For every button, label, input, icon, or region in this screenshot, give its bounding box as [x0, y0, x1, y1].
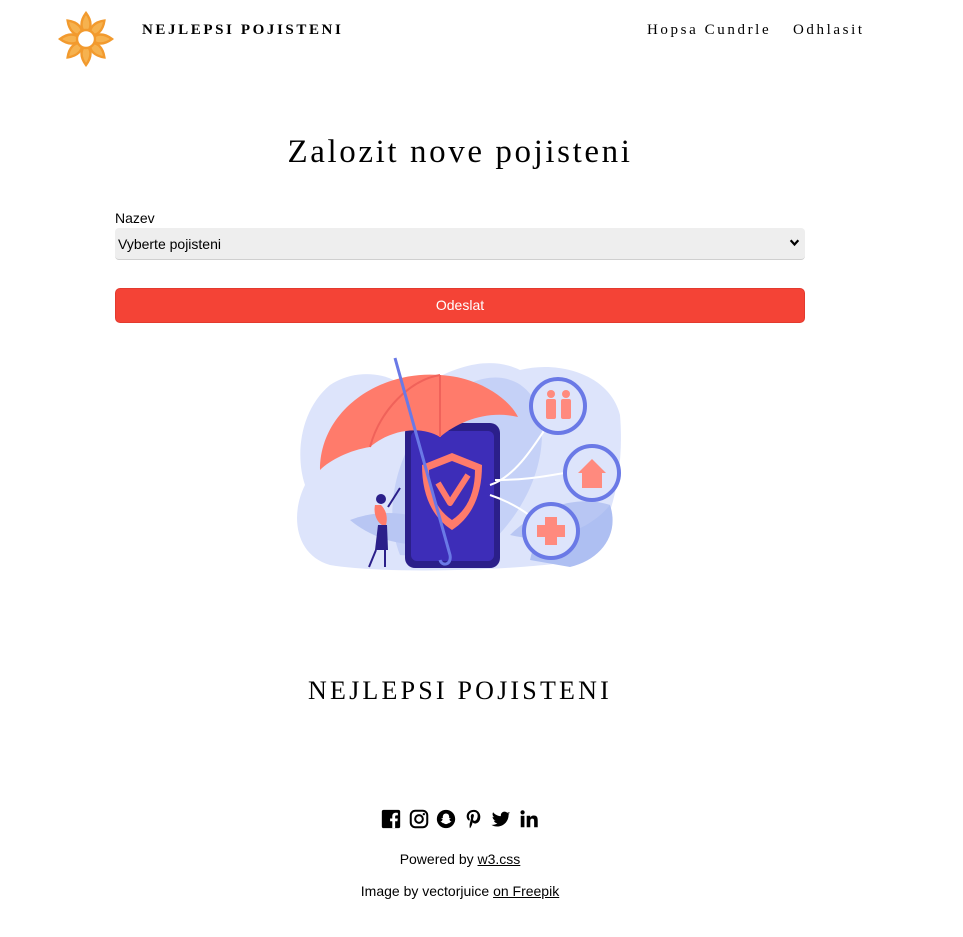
- instagram-icon[interactable]: [408, 808, 430, 830]
- user-link[interactable]: Hopsa Cundrle: [647, 22, 771, 39]
- logo[interactable]: [58, 11, 114, 67]
- brand-title[interactable]: NEJLEPSI POJISTENI: [142, 22, 343, 39]
- footer-brand: NEJLEPSI POJISTENI: [308, 676, 612, 705]
- linkedin-icon[interactable]: [518, 808, 540, 830]
- select-value: Vyberte pojisteni: [118, 236, 221, 252]
- submit-button[interactable]: Odeslat: [115, 288, 805, 323]
- facebook-icon[interactable]: [380, 808, 402, 830]
- image-credit: Image by vectorjuice on Freepik: [0, 883, 920, 899]
- insurance-select[interactable]: Vyberte pojisteni: [115, 228, 805, 260]
- social-links: [0, 808, 920, 830]
- logout-link[interactable]: Odhlasit: [793, 22, 865, 39]
- powered-by: Powered by w3.css: [0, 851, 920, 867]
- page-title: Zalozit nove pojisteni: [287, 134, 633, 170]
- freepik-link[interactable]: on Freepik: [493, 883, 559, 899]
- powered-prefix: Powered by: [399, 851, 474, 867]
- pinterest-icon[interactable]: [463, 808, 485, 830]
- twitter-icon[interactable]: [490, 808, 512, 830]
- field-label: Nazev: [115, 210, 155, 226]
- w3css-link[interactable]: w3.css: [478, 851, 521, 867]
- snapchat-icon[interactable]: [435, 808, 457, 830]
- credit-prefix: Image by vectorjuice: [360, 883, 490, 899]
- chevron-down-icon: [789, 239, 800, 247]
- insurance-illustration: [297, 357, 621, 571]
